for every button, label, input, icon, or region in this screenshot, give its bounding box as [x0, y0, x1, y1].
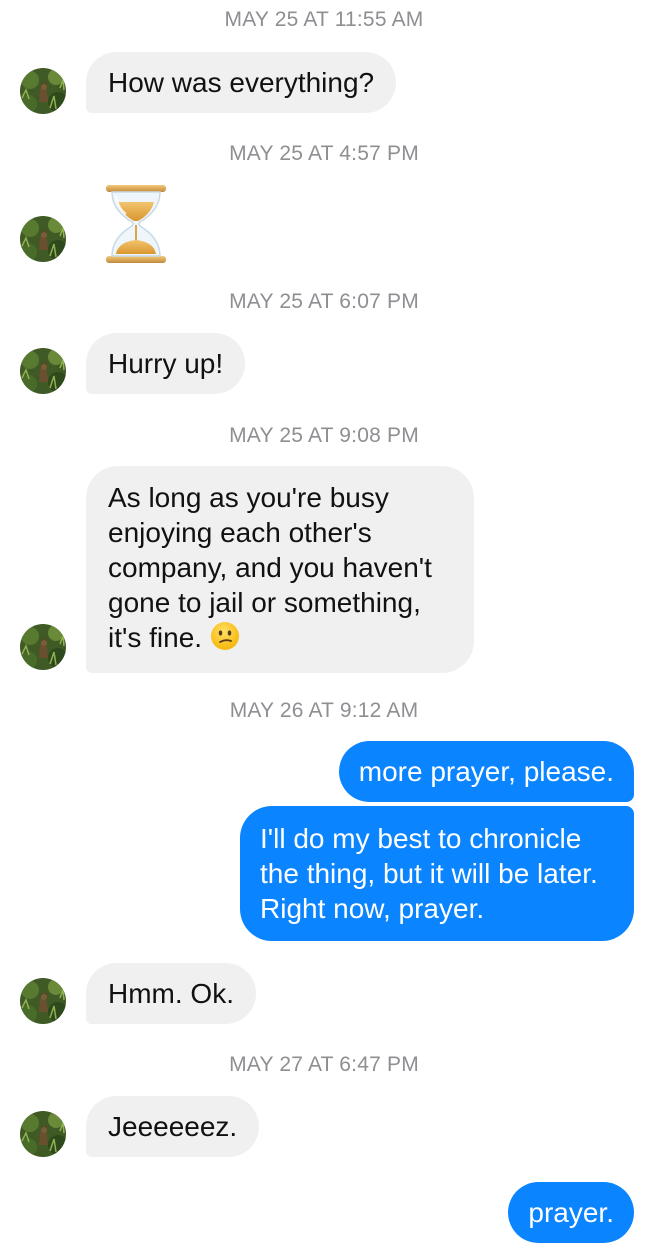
timestamp: MAY 25 AT 9:08 PM	[229, 424, 419, 447]
contact-avatar[interactable]	[20, 1111, 66, 1157]
contact-avatar[interactable]	[20, 624, 66, 670]
message-bubble-incoming[interactable]: Hurry up!	[86, 333, 246, 394]
message-text: As long as you're busy enjoying each oth…	[108, 482, 432, 653]
message-bubble-outgoing[interactable]: more prayer, please.	[338, 741, 634, 802]
message-bubble-incoming[interactable]: Hmm. Ok.	[86, 963, 256, 1024]
timestamp: MAY 25 AT 6:07 PM	[229, 290, 419, 313]
timestamp: MAY 25 AT 4:57 PM	[229, 142, 419, 165]
message-bubble-outgoing[interactable]: I'll do my best to chronicle the thing, …	[240, 806, 634, 941]
contact-avatar[interactable]	[20, 348, 66, 394]
message-bubble-incoming[interactable]: How was everything?	[86, 52, 397, 113]
hourglass-icon[interactable]	[104, 184, 168, 269]
message-bubble-outgoing[interactable]: prayer.	[508, 1182, 634, 1243]
contact-avatar[interactable]	[20, 216, 66, 262]
contact-avatar[interactable]	[20, 978, 66, 1024]
timestamp: MAY 26 AT 9:12 AM	[229, 699, 419, 722]
contact-avatar[interactable]	[20, 68, 66, 114]
timestamp: MAY 27 AT 6:47 PM	[229, 1053, 419, 1076]
message-bubble-incoming[interactable]: Jeeeeeez.	[86, 1096, 260, 1157]
timestamp: MAY 25 AT 11:55 AM	[224, 8, 424, 31]
message-bubble-incoming[interactable]: As long as you're busy enjoying each oth…	[86, 466, 474, 673]
confused-face-icon	[210, 621, 240, 659]
